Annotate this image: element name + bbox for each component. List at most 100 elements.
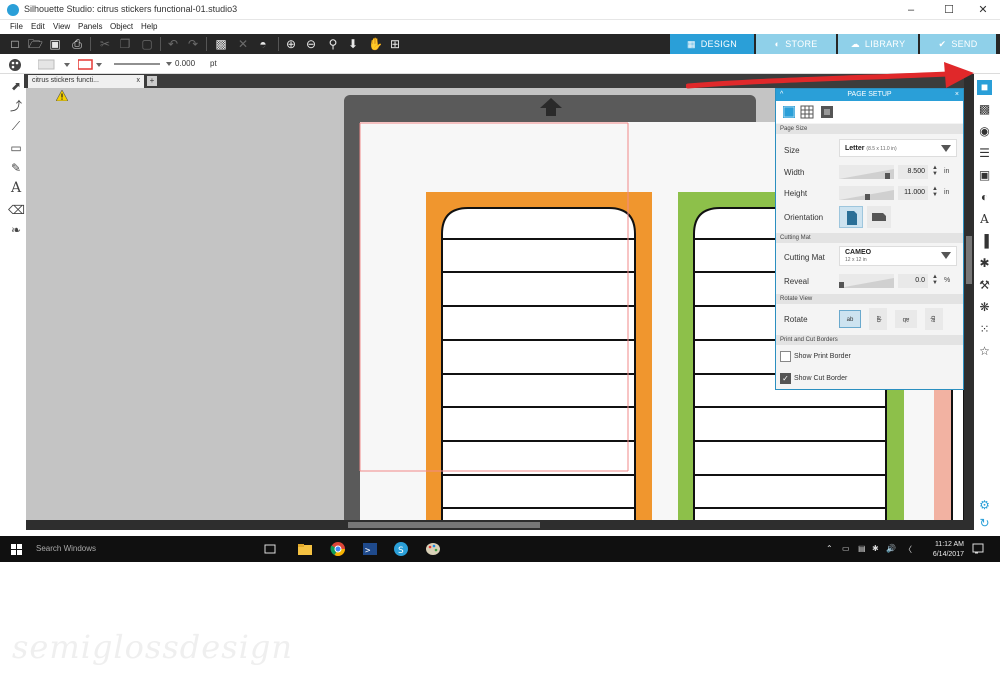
tab-design[interactable]: ▦ DESIGN [670, 34, 754, 54]
select-all-icon[interactable]: ▩ [214, 37, 228, 51]
transform-panel-icon[interactable]: ✱ [977, 256, 992, 271]
landscape-button[interactable] [867, 206, 891, 228]
replicate-panel-icon[interactable]: ⁙ [977, 322, 992, 337]
minimize-button[interactable]: – [900, 2, 922, 18]
point-edit-icon[interactable]: ⤴ [8, 98, 24, 114]
add-tab-button[interactable]: + [147, 76, 157, 86]
reveal-spinner[interactable]: ▲ ▼ [932, 274, 940, 286]
action-center-icon[interactable] [972, 543, 984, 555]
powershell-icon[interactable]: > [362, 541, 378, 557]
select-arrow-icon[interactable]: ⬈ [8, 78, 24, 94]
portrait-button[interactable] [839, 206, 863, 228]
page-tab-icon[interactable] [782, 105, 796, 119]
horizontal-scrollbar[interactable] [26, 520, 964, 530]
copy-icon[interactable]: ❐ [118, 37, 132, 51]
line-style-dropdown[interactable] [114, 59, 174, 70]
fill-color-swatch[interactable] [38, 59, 78, 70]
tray-wifi-icon[interactable]: ✱ [872, 544, 879, 553]
size-select[interactable]: Letter (8.5 x 11.0 in) [839, 139, 957, 157]
taskbar-clock[interactable]: 11:12 AM 6/14/2017 [924, 540, 964, 560]
height-slider[interactable] [839, 186, 894, 200]
image-effects-panel-icon[interactable]: ▣ [977, 168, 992, 183]
task-view-icon[interactable] [262, 541, 278, 557]
show-cut-border-checkbox[interactable]: ✓ [780, 373, 791, 384]
rectangle-tool-icon[interactable]: ▭ [8, 140, 24, 156]
library-panel-icon[interactable]: ☆ [977, 344, 992, 359]
text-tool-icon[interactable]: A [8, 180, 24, 196]
pan-hand-icon[interactable]: ✋ [368, 37, 383, 51]
tray-network-icon[interactable]: ▭ [842, 544, 850, 553]
show-print-border-checkbox[interactable] [780, 351, 791, 362]
rotate-0-button[interactable]: ab [839, 310, 861, 328]
fit-to-page-icon[interactable]: ⊞ [388, 37, 402, 51]
paste-icon[interactable]: ▢ [140, 37, 154, 51]
deselect-icon[interactable]: ✕ [236, 37, 250, 51]
height-spinner[interactable]: ▲ ▼ [932, 186, 940, 198]
tray-chevron-up-icon[interactable]: ⌃ [826, 544, 833, 553]
settings-gear-icon[interactable]: ⚙ [977, 498, 992, 513]
close-button[interactable]: ✕ [972, 2, 994, 18]
height-input[interactable]: 11.000 [898, 186, 928, 200]
tray-volume-icon[interactable]: 🔊 [886, 544, 896, 553]
zoom-selection-icon[interactable]: ⚲ [326, 37, 340, 51]
undo-icon[interactable]: ↶ [166, 37, 180, 51]
rotate-180-button[interactable]: ab [895, 310, 917, 328]
paint-icon[interactable] [425, 541, 441, 557]
reveal-slider[interactable] [839, 274, 894, 288]
pencil-tool-icon[interactable]: ✎ [8, 160, 24, 176]
silhouette-studio-icon[interactable]: S [393, 541, 409, 557]
palette-icon[interactable] [8, 58, 22, 72]
tray-language-icon[interactable]: 〈 [904, 544, 912, 555]
menu-edit[interactable]: Edit [31, 22, 45, 31]
text-style-panel-icon[interactable]: A [977, 212, 992, 227]
cutting-mat-select[interactable]: CAMEO 12 x 12 in [839, 246, 957, 266]
cut-icon[interactable]: ✂ [98, 37, 112, 51]
menu-help[interactable]: Help [141, 22, 157, 31]
move-down-icon[interactable]: ⬇ [346, 37, 360, 51]
width-slider-knob[interactable] [885, 173, 890, 179]
pink-sticker-label[interactable] [934, 388, 952, 520]
eraser-tool-icon[interactable]: ⌫ [8, 202, 25, 218]
document-tab[interactable]: citrus stickers functi... x [28, 75, 144, 88]
fill-panel-icon[interactable]: ◉ [977, 124, 992, 139]
grid-tab-icon[interactable] [800, 105, 814, 119]
rotate-270-button[interactable]: ab [925, 308, 943, 330]
trace-panel-icon[interactable]: ◐ [977, 190, 992, 205]
line-color-swatch[interactable] [78, 59, 108, 70]
page-setup-panel-icon[interactable]: ■ [977, 80, 992, 95]
background-tab-icon[interactable] [820, 105, 834, 119]
chrome-icon[interactable] [330, 541, 346, 557]
save-icon[interactable]: ▣ [48, 37, 62, 51]
line-width-value[interactable]: 0.000 [175, 59, 195, 68]
menu-object[interactable]: Object [110, 22, 133, 31]
print-icon[interactable]: ⎙ [70, 37, 84, 51]
vertical-scroll-thumb[interactable] [966, 236, 972, 284]
horizontal-scroll-thumb[interactable] [348, 522, 540, 528]
line-tool-icon[interactable]: ⟋ [8, 118, 24, 134]
width-input[interactable]: 8.500 [898, 165, 928, 179]
height-slider-knob[interactable] [865, 194, 870, 200]
vertical-scrollbar[interactable] [964, 74, 974, 530]
file-explorer-icon[interactable] [297, 541, 313, 557]
reveal-input[interactable]: 0.0 [898, 274, 928, 288]
menu-view[interactable]: View [53, 22, 70, 31]
maximize-button[interactable]: ☐ [938, 2, 960, 18]
offset-panel-icon[interactable]: ❋ [977, 300, 992, 315]
send-panel-icon[interactable]: ▩ [977, 102, 992, 117]
width-spinner[interactable]: ▲ ▼ [932, 165, 940, 177]
knife-tool-icon[interactable]: ❧ [8, 222, 24, 238]
taskbar-search[interactable]: Search Windows [36, 544, 96, 553]
tab-library[interactable]: ☁ LIBRARY [838, 34, 918, 54]
refresh-icon[interactable]: ↻ [977, 516, 992, 531]
new-document-icon[interactable]: □ [8, 37, 22, 51]
zoom-out-icon[interactable]: ⊖ [304, 37, 318, 51]
zoom-in-icon[interactable]: ⊕ [284, 37, 298, 51]
menu-file[interactable]: File [10, 22, 23, 31]
rotate-90-button[interactable]: ab [869, 308, 887, 330]
close-tab-icon[interactable]: x [137, 77, 141, 84]
reveal-slider-knob[interactable] [839, 282, 844, 288]
tab-send[interactable]: ✔ SEND [920, 34, 996, 54]
open-folder-icon[interactable]: 🗁 [28, 37, 43, 51]
align-panel-icon[interactable]: ▐ [977, 234, 992, 249]
tab-store[interactable]: ◐ STORE [756, 34, 836, 54]
